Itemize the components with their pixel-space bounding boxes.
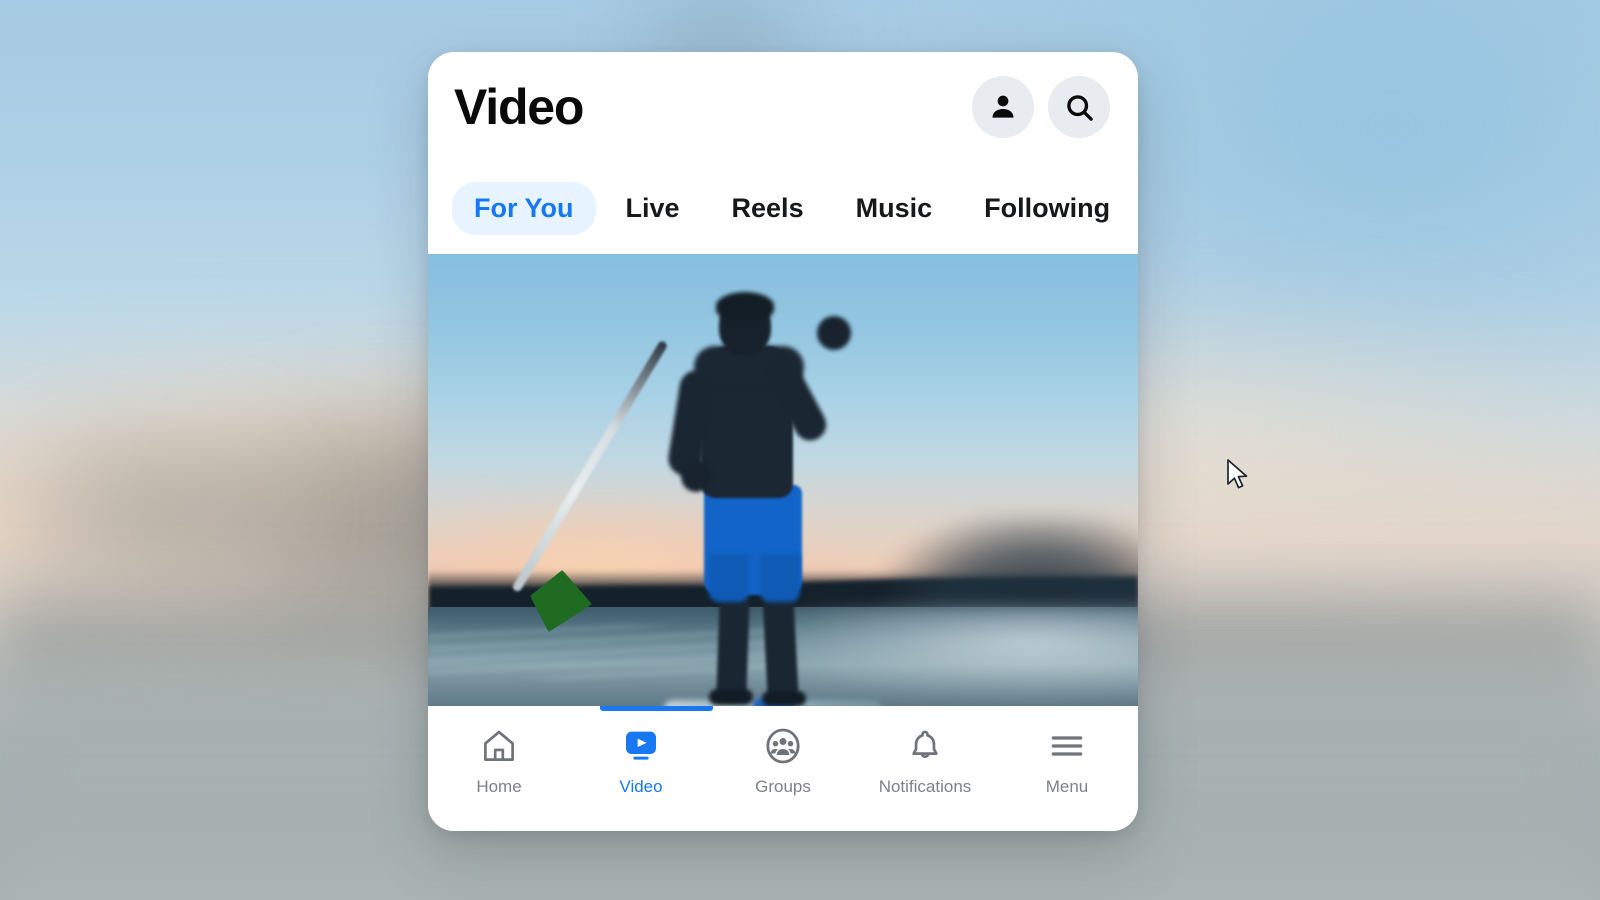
right-foot (762, 691, 806, 706)
swim-shorts-right (760, 554, 800, 602)
nav-label-groups: Groups (755, 777, 811, 796)
tab-live[interactable]: Live (604, 182, 702, 235)
page-title: Video (454, 79, 584, 135)
groups-icon (757, 724, 809, 768)
swim-shorts-left (709, 554, 749, 602)
nav-item-home[interactable]: Home (428, 724, 570, 795)
nav-item-menu[interactable]: Menu (996, 724, 1138, 795)
search-icon (1064, 92, 1095, 123)
bottom-navigation: Home Video Groups Notifications Menu (428, 706, 1138, 831)
tab-music[interactable]: Music (834, 182, 955, 235)
active-tab-indicator (600, 706, 713, 711)
nav-label-notifications: Notifications (878, 777, 972, 796)
right-hand (817, 316, 851, 350)
right-leg (762, 589, 799, 703)
search-button[interactable] (1048, 76, 1110, 138)
hair (716, 292, 774, 320)
person-icon (988, 92, 1018, 122)
notifications-icon (899, 724, 951, 768)
video-wake (754, 606, 1138, 697)
nav-item-video[interactable]: Video (570, 724, 712, 795)
left-hand (681, 460, 711, 492)
left-leg (716, 589, 750, 703)
home-icon (473, 724, 525, 768)
left-foot (709, 689, 753, 705)
profile-button[interactable] (972, 76, 1034, 138)
video-player[interactable] (428, 254, 1138, 706)
tab-following[interactable]: Following (962, 182, 1132, 235)
nav-label-video: Video (619, 777, 663, 796)
tab-for-you[interactable]: For You (452, 181, 596, 235)
app-header: Video (428, 52, 1138, 162)
category-tabs: For You Live Reels Music Following (428, 162, 1138, 254)
video-icon (615, 724, 667, 768)
nav-item-notifications[interactable]: Notifications (854, 724, 996, 795)
nav-item-groups[interactable]: Groups (712, 724, 854, 795)
tab-reels[interactable]: Reels (710, 182, 826, 235)
nav-label-menu: Menu (1045, 777, 1089, 796)
video-app-card: Video For You Live Reels Music Following… (428, 52, 1138, 831)
nav-label-home: Home (476, 777, 522, 796)
menu-icon (1041, 724, 1093, 768)
